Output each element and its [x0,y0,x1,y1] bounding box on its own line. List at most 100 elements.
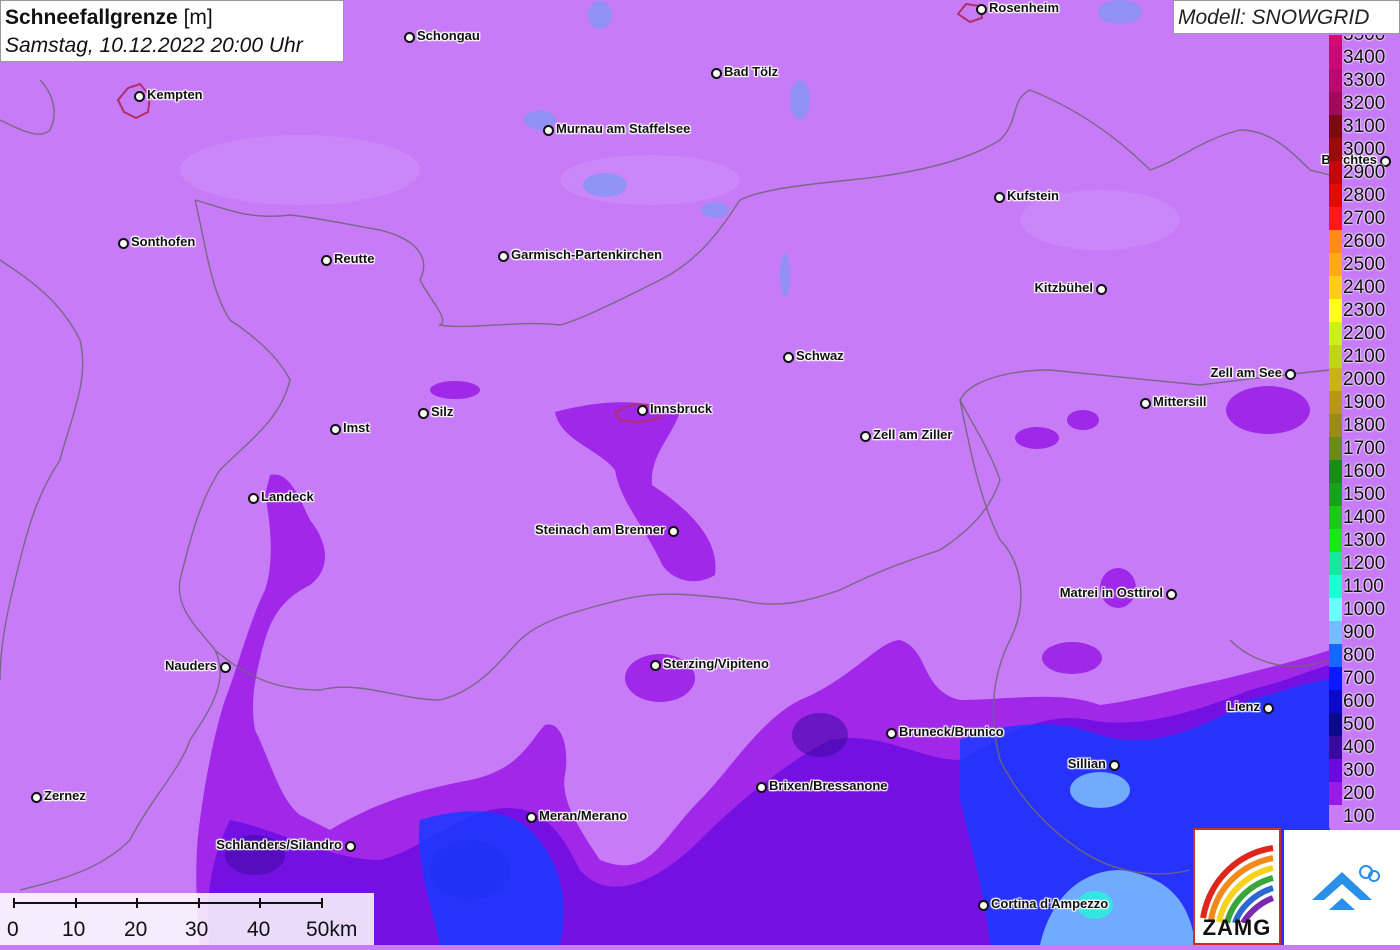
map-title-box: Schneefallgrenze [m] Samstag, 10.12.2022… [0,0,344,62]
legend-entry: 1800 [1329,414,1400,437]
city-label-imst: Imst [343,420,370,435]
city-label-matrei-in-osttirol: Matrei in Osttirol [1059,585,1163,600]
city-marker-icon [978,900,989,911]
city-label-schongau: Schongau [417,28,480,43]
city-label-kempten: Kempten [147,87,203,102]
city-marker-icon [668,526,679,537]
legend-label: 1200 [1343,553,1386,574]
legend-entry: 3500 [1329,35,1400,46]
legend-label: 2000 [1343,369,1386,390]
legend-swatch [1329,506,1342,529]
legend-label: 2600 [1343,231,1386,252]
city-label-bad-t-lz: Bad Tölz [724,64,779,79]
scale-label-0: 0 [7,918,19,941]
city-label-rosenheim: Rosenheim [989,0,1060,15]
legend-entry: 2700 [1329,207,1400,230]
city-marker-icon [330,424,341,435]
legend-swatch [1329,299,1342,322]
legend-swatch [1329,207,1342,230]
legend-entry: 1400 [1329,506,1400,529]
legend-entry: 3400 [1329,46,1400,69]
legend-entry: 2400 [1329,276,1400,299]
legend-swatch [1329,713,1342,736]
city-label-cortina-d-ampezzo: Cortina d'Ampezzo [991,896,1109,911]
legend-swatch [1329,138,1342,161]
city-marker-icon [860,431,871,442]
legend-swatch [1329,782,1342,805]
legend-label: 1600 [1343,461,1386,482]
legend-entry: 2100 [1329,345,1400,368]
legend-label: 3500 [1343,35,1400,45]
legend-entry: 1000 [1329,598,1400,621]
city-label-sillian: Sillian [1067,756,1106,771]
legend-label: 2300 [1343,300,1386,321]
city-marker-icon [650,660,661,671]
city-marker-icon [1109,760,1120,771]
legend-swatch [1329,161,1342,184]
city-label-zell-am-ziller: Zell am Ziller [873,427,953,442]
scale-label-30: 30 [185,918,209,941]
legend-swatch [1329,414,1342,437]
city-marker-icon [783,352,794,363]
legend-entry: 2000 [1329,368,1400,391]
legend-label: 900 [1343,622,1375,643]
parameter-unit: [m] [183,6,213,29]
legend-entry: 2500 [1329,253,1400,276]
city-label-garmisch-partenkirchen: Garmisch-Partenkirchen [511,247,663,262]
city-label-schwaz: Schwaz [796,348,844,363]
legend-swatch [1329,736,1342,759]
snowgrid-logo [1284,830,1400,945]
city-marker-icon [118,238,129,249]
city-label-brixen-bressanone: Brixen/Bressanone [769,778,888,793]
legend-label: 1400 [1343,507,1386,528]
legend-entry: 3100 [1329,115,1400,138]
legend-entry: 2300 [1329,299,1400,322]
legend-label: 2700 [1343,208,1386,229]
city-marker-icon [248,493,259,504]
legend-label: 500 [1343,714,1375,735]
city-marker-icon [976,4,987,15]
legend-entry: 2800 [1329,184,1400,207]
legend-swatch [1329,322,1342,345]
legend-entry: 1900 [1329,391,1400,414]
legend-entry: 600 [1329,690,1400,713]
map-title: Schneefallgrenze [m] [5,4,339,32]
color-legend: 3500 340033003200310030002900280027002600… [1329,35,1400,830]
legend-label: 2200 [1343,323,1386,344]
legend-label: 3000 [1343,139,1386,160]
legend-entry: 3300 [1329,69,1400,92]
legend-label: 3300 [1343,70,1386,91]
legend-swatch [1329,92,1342,115]
legend-label: 1700 [1343,438,1386,459]
city-label-bruneck-brunico: Bruneck/Brunico [899,724,1004,739]
legend-label: 800 [1343,645,1375,666]
city-label-nauders: Nauders [164,658,217,673]
legend-label: 2800 [1343,185,1386,206]
legend-swatch [1329,805,1342,828]
legend-entry: 1100 [1329,575,1400,598]
legend-entry: 800 [1329,644,1400,667]
city-marker-icon [1285,369,1296,380]
scale-label-50km: 50km [306,918,358,941]
legend-swatch [1329,184,1342,207]
city-label-zernez: Zernez [44,788,86,803]
legend-entry: 500 [1329,713,1400,736]
legend-label: 2900 [1343,162,1386,183]
legend-entry: 1700 [1329,437,1400,460]
legend-swatch [1329,598,1342,621]
legend-entry: 300 [1329,759,1400,782]
legend-swatch [1329,690,1342,713]
legend-swatch [1329,368,1342,391]
legend-label: 3100 [1343,116,1386,137]
legend-swatch [1329,115,1342,138]
city-marker-icon [1140,398,1151,409]
city-marker-icon [345,841,356,852]
legend-label: 1300 [1343,530,1386,551]
model-label: Modell: SNOWGRID [1173,0,1400,34]
legend-entry: 900 [1329,621,1400,644]
legend-swatch [1329,552,1342,575]
parameter-name: Schneefallgrenze [5,6,178,29]
city-marker-icon [134,91,145,102]
city-marker-icon [1166,589,1177,600]
legend-label: 1900 [1343,392,1386,413]
